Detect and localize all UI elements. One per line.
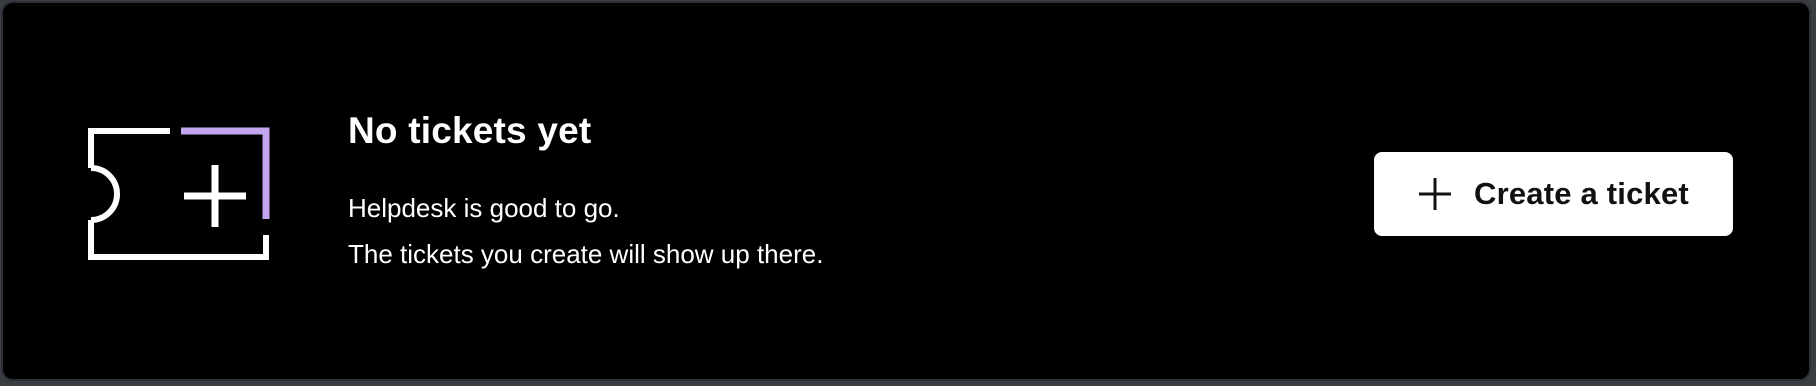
empty-state-title: No tickets yet (348, 110, 592, 151)
create-ticket-button[interactable]: Create a ticket (1374, 152, 1733, 236)
empty-state-panel: No tickets yet Helpdesk is good to go. T… (1, 1, 1811, 381)
empty-state-text: No tickets yet Helpdesk is good to go. T… (348, 109, 1248, 271)
create-ticket-label: Create a ticket (1474, 176, 1689, 211)
empty-state-description-line-1: Helpdesk is good to go. (348, 193, 620, 223)
plus-icon (1419, 178, 1452, 210)
empty-state-description-line-2: The tickets you create will show up ther… (348, 239, 824, 269)
ticket-plus-icon (83, 123, 283, 263)
